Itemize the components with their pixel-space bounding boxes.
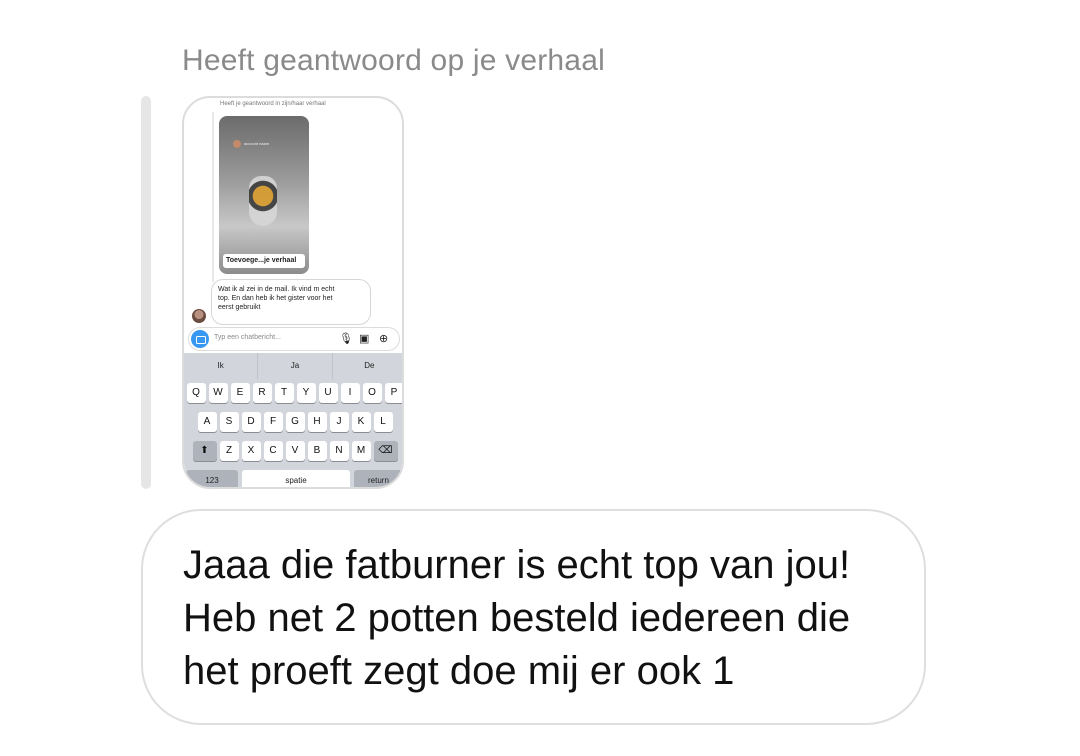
reply-message-text: Jaaa die fatburner is echt top van jou! … xyxy=(183,539,903,698)
key: O xyxy=(362,383,382,403)
keyboard-row: Q W E R T Y U I O P xyxy=(184,383,402,403)
microphone-icon: 🎙 xyxy=(339,333,353,345)
key: N xyxy=(329,441,349,461)
suggestion: Ik xyxy=(217,361,224,370)
message-bubble: Wat ik al zei in de mail. Ik vind m echt… xyxy=(211,279,371,325)
key: X xyxy=(241,441,261,461)
shared-story-caption: Toevoege...je verhaal xyxy=(223,254,305,268)
numbers-key: 123 xyxy=(186,470,238,487)
camera-icon xyxy=(191,330,209,348)
shared-story-card: account naam Toevoege...je verhaal xyxy=(219,116,309,274)
reply-message-line: het proeft zegt doe mij er ook 1 xyxy=(183,649,735,693)
plus-icon: ⊕ xyxy=(379,333,389,345)
space-key: spatie xyxy=(242,470,350,487)
key: M xyxy=(351,441,371,461)
shared-story-author: account naam xyxy=(244,141,270,146)
shift-key-icon: ⬆ xyxy=(192,441,217,461)
chat-input-bar: Typ een chatbericht... 🎙 ▣ ⊕ xyxy=(188,327,400,351)
key: F xyxy=(263,412,283,432)
reply-message-line: Heb net 2 potten besteld iedereen die xyxy=(183,596,851,640)
key: C xyxy=(263,441,283,461)
suggestion: De xyxy=(331,353,402,379)
key: Y xyxy=(296,383,316,403)
key: Z xyxy=(219,441,239,461)
gallery-icon: ▣ xyxy=(359,333,370,345)
suggestion-bar: Ik Ja De xyxy=(184,353,402,379)
key: T xyxy=(274,383,294,403)
key: P xyxy=(384,383,402,403)
keyboard-row: ⬆ Z X C V B N M ⌫ xyxy=(184,441,402,461)
message-line: top. En dan heb ik het gister voor het xyxy=(218,295,333,302)
story-thumbnail[interactable]: Heeft je geantwoord in zijn/haar verhaal… xyxy=(182,96,404,489)
keyboard: Ik Ja De Q W E R T Y U I O P A S D F G H… xyxy=(184,353,402,487)
keyboard-row: A S D F G H J K L xyxy=(184,412,402,432)
message-line: eerst gebruikt xyxy=(218,304,261,311)
key: G xyxy=(285,412,305,432)
key: I xyxy=(340,383,360,403)
keyboard-row: 123 spatie return xyxy=(184,470,402,487)
key: Q xyxy=(186,383,206,403)
key: K xyxy=(351,412,371,432)
story-top-text: Heeft je geantwoord in zijn/haar verhaal xyxy=(220,101,326,107)
quote-bar xyxy=(141,96,151,489)
key: B xyxy=(307,441,327,461)
sender-avatar xyxy=(192,309,206,323)
key: A xyxy=(197,412,217,432)
thread-line xyxy=(212,112,214,282)
message-line: Wat ik al zei in de mail. Ik vind m echt xyxy=(218,286,335,293)
key: S xyxy=(219,412,239,432)
backspace-key-icon: ⌫ xyxy=(373,441,398,461)
key: R xyxy=(252,383,272,403)
reply-message-bubble[interactable]: Jaaa die fatburner is echt top van jou! … xyxy=(141,509,926,725)
reply-label: Heeft geantwoord op je verhaal xyxy=(182,44,605,77)
key: D xyxy=(241,412,261,432)
key: U xyxy=(318,383,338,403)
key: W xyxy=(208,383,228,403)
reply-message-line: Jaaa die fatburner is echt top van jou! xyxy=(183,543,851,587)
key: H xyxy=(307,412,327,432)
suggestion: Ja xyxy=(257,353,331,379)
return-key: return xyxy=(354,470,402,487)
key: V xyxy=(285,441,305,461)
key: L xyxy=(373,412,393,432)
shared-story-avatar xyxy=(233,140,241,148)
key: E xyxy=(230,383,250,403)
story-screenshot: Heeft je geantwoord in zijn/haar verhaal… xyxy=(184,98,402,487)
shared-story-image xyxy=(249,176,277,226)
key: J xyxy=(329,412,349,432)
chat-input-placeholder: Typ een chatbericht... xyxy=(214,334,281,341)
